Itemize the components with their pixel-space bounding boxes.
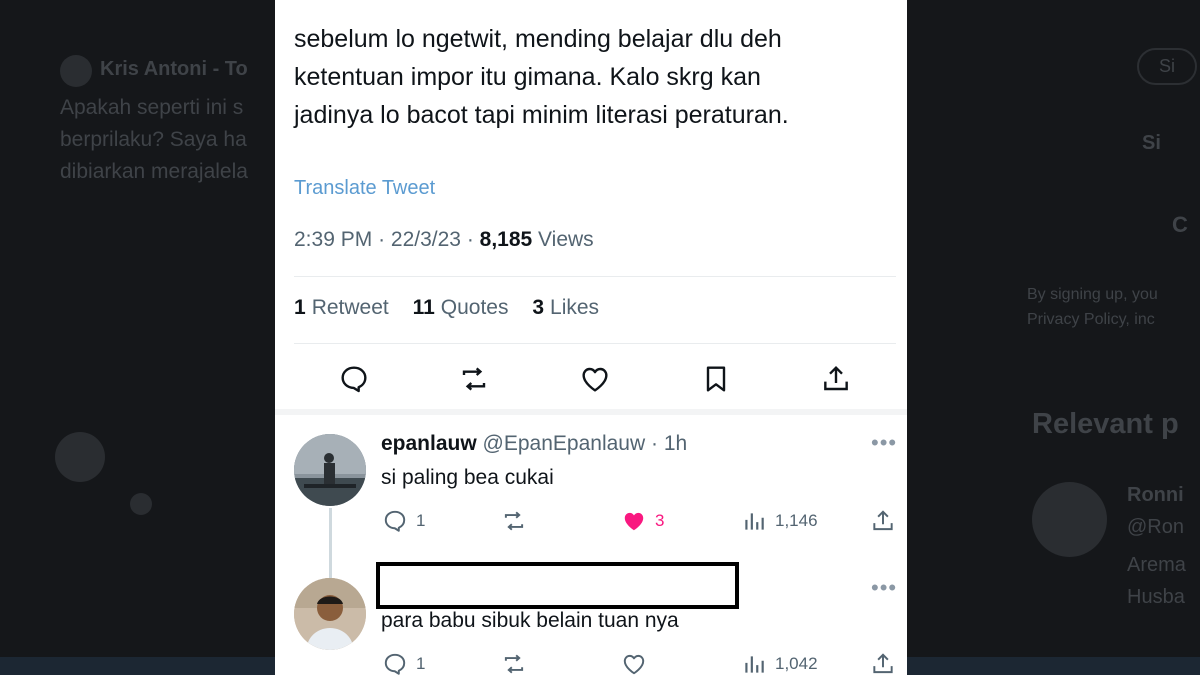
- bookmark-button[interactable]: [697, 360, 735, 398]
- analytics-icon: [745, 513, 764, 530]
- share-icon: [873, 510, 893, 531]
- background-avatar: [130, 493, 152, 515]
- tweet-date[interactable]: 22/3/23: [391, 228, 461, 251]
- tweet-text: sebelum lo ngetwit, mending belajar dlu …: [294, 20, 894, 134]
- tweet-text-line: jadinya lo bacot tapi minim literasi per…: [294, 101, 789, 129]
- reply-retweet-button[interactable]: [501, 508, 535, 534]
- avatar-photo: [294, 434, 366, 506]
- tweet-action-bar: [275, 360, 907, 400]
- reply-count: 1: [416, 511, 426, 530]
- background-text-line: Apakah seperti ini s: [60, 96, 244, 119]
- background-terms-line: By signing up, you: [1027, 286, 1158, 303]
- tweet-text-line: ketentuan impor itu gimana. Kalo skrg ka…: [294, 63, 761, 91]
- reply-icon: [341, 366, 367, 393]
- reply-views-button[interactable]: 1,146: [741, 508, 818, 534]
- background-person-name: Ronni: [1127, 484, 1184, 506]
- retweet-icon: [504, 511, 524, 531]
- like-icon: [582, 367, 608, 392]
- background-avatar: [60, 55, 92, 87]
- more-options-icon[interactable]: •••: [871, 575, 897, 601]
- avatar[interactable]: [294, 434, 366, 506]
- views-count: 1,042: [775, 654, 818, 673]
- redacted-username-box: [376, 562, 739, 609]
- translate-tweet-link[interactable]: Translate Tweet: [294, 177, 435, 200]
- reply-reply-button[interactable]: 1: [382, 508, 425, 534]
- reply-text: para babu sibuk belain tuan nya: [381, 609, 679, 632]
- background-person-bio: Arema: [1127, 554, 1186, 576]
- reply-views-button[interactable]: 1,042: [741, 651, 818, 675]
- reply-time[interactable]: 1h: [664, 432, 687, 455]
- quotes-label: Quotes: [440, 296, 509, 319]
- reply-like-button[interactable]: [621, 651, 655, 675]
- retweet-icon: [462, 367, 486, 391]
- retweets-count: 1: [294, 296, 306, 319]
- reply-reply-button[interactable]: 1: [382, 651, 425, 675]
- retweets-label: Retweet: [311, 296, 389, 319]
- retweet-button[interactable]: [455, 360, 493, 398]
- likes-stat[interactable]: 3 Likes: [532, 296, 599, 319]
- tweet-text-line: sebelum lo ngetwit, mending belajar dlu …: [294, 25, 782, 53]
- background-right-column: Si Si C By signing up, you Privacy Polic…: [907, 0, 1200, 675]
- background-create-account: C: [1172, 212, 1188, 237]
- background-left-column: Kris Antoni - To Apakah seperti ini s be…: [0, 0, 275, 675]
- section-divider: [275, 409, 907, 415]
- like-icon: [623, 654, 645, 675]
- tweet-views-count: 8,185: [479, 228, 533, 251]
- reply-author-handle[interactable]: @EpanEpanlauw: [483, 432, 646, 455]
- heart-filled-icon: [624, 512, 644, 531]
- tweet-stats: 1 Retweet 11 Quotes 3 Likes: [294, 296, 617, 320]
- quotes-count: 11: [412, 296, 435, 319]
- avatar-photo: [294, 578, 366, 650]
- background-signin-google: Si: [1137, 48, 1198, 85]
- reply-retweet-button[interactable]: [501, 651, 535, 675]
- likes-label: Likes: [550, 296, 600, 319]
- avatar[interactable]: [294, 578, 366, 650]
- analytics-icon: [745, 656, 764, 673]
- reply-icon: [384, 653, 406, 675]
- like-button[interactable]: [576, 360, 614, 398]
- tweet-detail-panel: sebelum lo ngetwit, mending belajar dlu …: [275, 0, 907, 675]
- retweet-icon: [504, 654, 524, 674]
- divider: [294, 343, 896, 344]
- share-icon: [824, 365, 848, 391]
- background-text-line: berprilaku? Saya ha: [60, 128, 247, 151]
- background-avatar: [1032, 482, 1107, 557]
- like-count: 3: [655, 511, 665, 530]
- reply-share-button[interactable]: [870, 508, 904, 534]
- background-person-bio: Husba: [1127, 586, 1185, 608]
- reply-author-name[interactable]: epanlauw: [381, 432, 477, 455]
- divider: [294, 276, 896, 277]
- background-author: Kris Antoni - To: [100, 58, 248, 80]
- reply-button[interactable]: [335, 360, 373, 398]
- thread-connector: [329, 508, 332, 588]
- reply-text: si paling bea cukai: [381, 466, 554, 489]
- likes-count: 3: [532, 296, 545, 319]
- tweet-time[interactable]: 2:39 PM: [294, 228, 372, 251]
- background-avatar: [55, 432, 105, 482]
- reply-count: 1: [416, 654, 426, 673]
- retweets-stat[interactable]: 1 Retweet: [294, 296, 389, 319]
- reply-share-button[interactable]: [870, 651, 904, 675]
- background-terms-line: Privacy Policy, inc: [1027, 311, 1155, 328]
- tweet-meta: 2:39 PM · 22/3/23 · 8,185 Views: [294, 228, 594, 251]
- background-relevant-people: Relevant p: [1032, 408, 1179, 440]
- reply-header: epanlauw @EpanEpanlauw · 1h: [381, 432, 688, 455]
- reply-like-button[interactable]: 3: [621, 508, 664, 534]
- share-button[interactable]: [817, 360, 855, 398]
- tweet-views-label: Views: [538, 228, 594, 251]
- background-person-handle: @Ron: [1127, 516, 1184, 538]
- background-text-line: dibiarkan merajalela: [60, 160, 248, 183]
- more-options-icon[interactable]: •••: [871, 430, 897, 456]
- bookmark-icon: [706, 366, 726, 392]
- share-icon: [873, 653, 893, 674]
- views-count: 1,146: [775, 511, 818, 530]
- reply-icon: [384, 510, 406, 532]
- quotes-stat[interactable]: 11 Quotes: [413, 296, 509, 319]
- background-signin-apple: Si: [1142, 132, 1161, 154]
